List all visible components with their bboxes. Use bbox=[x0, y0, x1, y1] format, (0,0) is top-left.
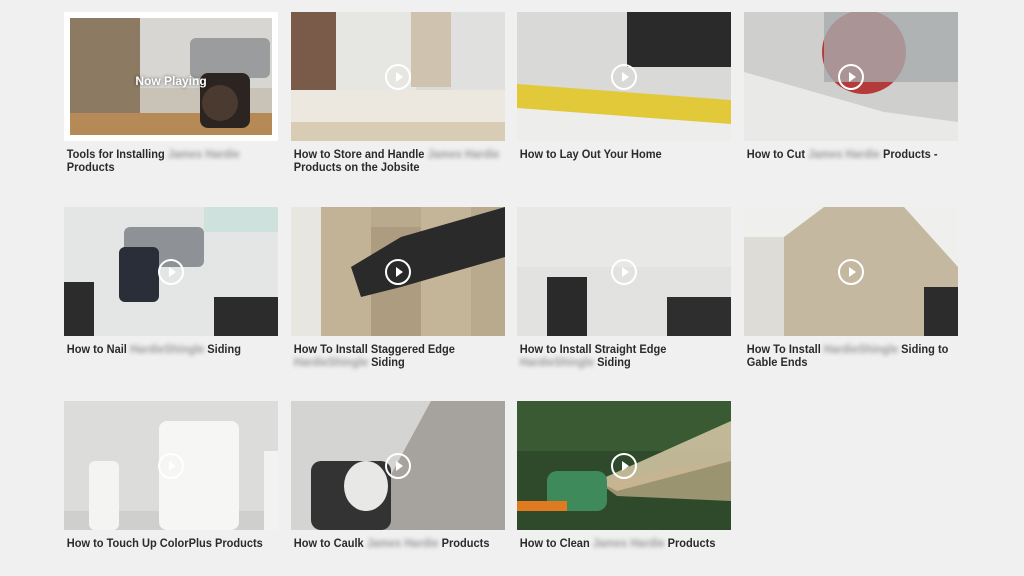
play-icon[interactable] bbox=[611, 258, 637, 285]
video-thumbnail[interactable]: Now Playing bbox=[64, 12, 278, 141]
play-icon[interactable] bbox=[385, 258, 411, 285]
video-thumbnail[interactable] bbox=[517, 401, 731, 530]
video-thumbnail[interactable] bbox=[291, 401, 505, 530]
video-thumbnail[interactable] bbox=[517, 12, 731, 141]
video-thumbnail[interactable] bbox=[291, 207, 505, 336]
video-thumbnail[interactable] bbox=[744, 12, 958, 141]
video-card-layout[interactable]: How to Lay Out Your Home bbox=[517, 12, 731, 161]
play-icon[interactable] bbox=[611, 452, 637, 479]
video-title[interactable]: How to Cut James Hardie Products - bbox=[744, 148, 964, 161]
video-title[interactable]: How To Install Staggered Edge HardieShin… bbox=[291, 343, 511, 369]
play-icon[interactable] bbox=[158, 258, 184, 285]
video-card-cut[interactable]: How to Cut James Hardie Products - bbox=[744, 12, 958, 161]
now-playing-label: Now Playing bbox=[135, 74, 207, 88]
video-card-straight-edge[interactable]: How to Install Straight Edge HardieShing… bbox=[517, 207, 731, 369]
play-icon[interactable] bbox=[385, 63, 411, 90]
video-title[interactable]: How to Nail HardieShingle Siding bbox=[64, 343, 284, 356]
video-grid: Now Playing Tools for Installing James H… bbox=[0, 0, 1024, 576]
video-title[interactable]: How to Touch Up ColorPlus Products bbox=[64, 537, 284, 550]
play-icon[interactable] bbox=[838, 258, 864, 285]
video-card-touch-up[interactable]: How to Touch Up ColorPlus Products bbox=[64, 401, 278, 550]
video-card-staggered-edge[interactable]: How To Install Staggered Edge HardieShin… bbox=[291, 207, 505, 369]
video-card-clean[interactable]: How to Clean James Hardie Products bbox=[517, 401, 731, 550]
video-title[interactable]: How to Lay Out Your Home bbox=[517, 148, 737, 161]
video-card-store-handle[interactable]: How to Store and Handle James Hardie Pro… bbox=[291, 12, 505, 174]
video-thumbnail[interactable] bbox=[517, 207, 731, 336]
video-title[interactable]: How To Install HardieShingle Siding to G… bbox=[744, 343, 964, 369]
video-card-gable-ends[interactable]: How To Install HardieShingle Siding to G… bbox=[744, 207, 958, 369]
video-card-caulk[interactable]: How to Caulk James Hardie Products bbox=[291, 401, 505, 550]
video-title[interactable]: Tools for Installing James Hardie Produc… bbox=[64, 148, 284, 174]
video-title[interactable]: How to Clean James Hardie Products bbox=[517, 537, 737, 550]
play-icon[interactable] bbox=[385, 452, 411, 479]
video-thumbnail[interactable] bbox=[64, 401, 278, 530]
video-thumbnail[interactable] bbox=[291, 12, 505, 141]
video-thumbnail[interactable] bbox=[744, 207, 958, 336]
video-card-tools[interactable]: Now Playing Tools for Installing James H… bbox=[64, 12, 278, 174]
video-title[interactable]: How to Install Straight Edge HardieShing… bbox=[517, 343, 737, 369]
video-card-nail[interactable]: How to Nail HardieShingle Siding bbox=[64, 207, 278, 356]
video-title[interactable]: How to Store and Handle James Hardie Pro… bbox=[291, 148, 511, 174]
play-icon[interactable] bbox=[838, 63, 864, 90]
video-title[interactable]: How to Caulk James Hardie Products bbox=[291, 537, 511, 550]
play-icon[interactable] bbox=[158, 452, 184, 479]
video-thumbnail[interactable] bbox=[64, 207, 278, 336]
play-icon[interactable] bbox=[611, 63, 637, 90]
